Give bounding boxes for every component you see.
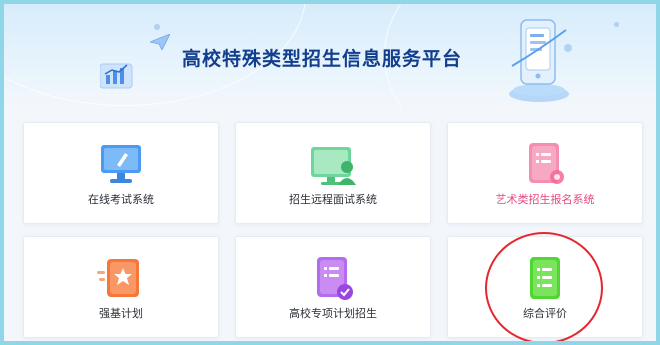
card-label: 综合评价 [523,307,567,320]
card-label: 招生远程面试系统 [289,193,377,206]
decor-dot [154,24,160,30]
video-interview-icon [311,147,356,185]
page-frame: 高校特殊类型招生信息服务平台 在线考试系统 招生远程面试系统 艺术类招生报名系统… [4,4,656,341]
bar-chart-icon [100,63,133,89]
card-comprehensive-evaluation[interactable]: 综合评价 [447,236,643,338]
header-banner: 高校特殊类型招生信息服务平台 [4,4,656,108]
card-special-plan-admission[interactable]: 高校专项计划招生 [235,236,431,338]
list-document-icon [530,257,560,299]
paper-plane-icon [150,34,170,50]
checked-document-icon [317,257,353,300]
card-label: 在线考试系统 [88,193,154,206]
card-art-registration[interactable]: 艺术类招生报名系统 [447,122,643,224]
document-badge-icon [529,143,564,184]
card-online-exam[interactable]: 在线考试系统 [23,122,219,224]
card-label: 高校专项计划招生 [289,307,377,320]
card-strong-base-plan[interactable]: 强基计划 [23,236,219,338]
card-label: 强基计划 [99,307,143,320]
monitor-pen-icon [101,145,141,183]
decor-dot [614,22,619,27]
smartphone-platform-icon [509,19,569,102]
card-remote-interview[interactable]: 招生远程面试系统 [235,122,431,224]
star-document-icon [97,259,139,297]
page-title: 高校特殊类型招生信息服务平台 [182,48,463,70]
card-label: 艺术类招生报名系统 [495,193,595,206]
